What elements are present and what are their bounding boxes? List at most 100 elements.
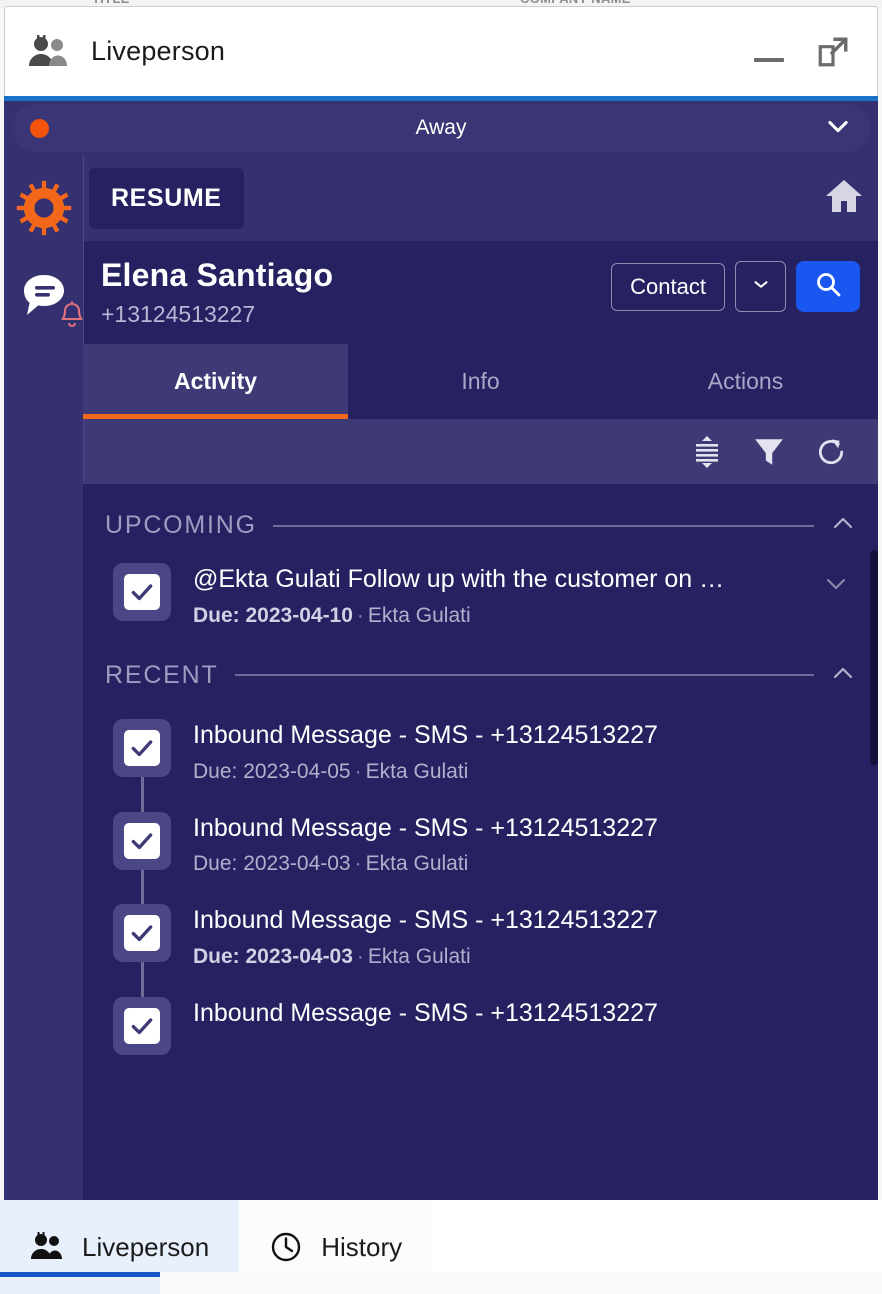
vertical-scrollbar[interactable] [870,484,878,1200]
scrollbar-thumb[interactable] [870,550,878,765]
clipped-tab-history[interactable]: History [214,1272,384,1273]
sort-icon[interactable] [690,435,724,469]
chevron-up-icon[interactable] [830,510,856,541]
search-button[interactable] [796,261,860,312]
resume-bar: RESUME [83,155,878,241]
list-item-checkbox-cell [105,904,179,1001]
window-titlebar: Liveperson [4,6,878,96]
contact-phone: +13124513227 [101,301,256,327]
gear-icon [16,180,72,241]
chevron-down-icon [750,273,772,300]
contact-identity: Elena Santiago +13124513227 [101,255,611,328]
status-dropdown[interactable]: Away [12,104,870,152]
clipped-tab-liveperson[interactable]: Liveperson [0,1272,214,1273]
list-item-owner: Ekta Gulati [365,759,469,783]
list-item-due: Due: 2023-04-05 [193,759,351,783]
list-item-owner: Ekta Gulati [367,945,471,968]
list-item[interactable]: Inbound Message - SMS - +13124513227 [83,975,878,1055]
list-item-caret-placeholder [816,904,856,979]
chevron-up-icon[interactable] [830,660,856,691]
tab-bar: Activity Info Actions [83,344,878,419]
list-item-body: Inbound Message - SMS - +13124513227 Due… [179,719,816,794]
section-header-recent: RECENT [83,638,878,701]
list-item-meta: Due: 2023-04-05 · Ekta Gulati [193,760,816,784]
clipped-tab-label: History [282,1272,360,1273]
timeline-connector [140,869,144,909]
checkbox-inner [124,574,160,610]
filter-icon[interactable] [752,435,786,469]
list-item-checkbox-cell [105,718,179,816]
meta-separator: · [354,852,362,876]
meta-separator: · [356,945,364,968]
activity-list[interactable]: UPCOMING @Ekta Gulati Follow up with the… [83,484,878,1200]
clipped-tab-row: Liveperson History To Do [0,1272,587,1294]
people-icon [27,34,71,69]
browser-tab-label: Liveperson [82,1231,210,1262]
window-title: Liveperson [91,36,226,66]
list-item[interactable]: Inbound Message - SMS - +13124513227 Due… [83,794,878,909]
minimize-icon[interactable] [747,30,791,74]
refresh-icon[interactable] [814,435,848,469]
timeline-connector [140,776,144,816]
section-rule [272,524,814,527]
clipped-tab-label: To Do List [452,1272,563,1273]
task-checkbox[interactable] [113,904,171,963]
left-rail [4,155,84,1200]
clipped-tab-todo-list[interactable]: To Do List [384,1272,587,1273]
section-header-upcoming: UPCOMING [83,484,878,551]
resume-button[interactable]: RESUME [89,167,244,229]
checkbox-inner [124,915,160,952]
list-item[interactable]: Inbound Message - SMS - +13124513227 Due… [83,886,878,1001]
tab-actions[interactable]: Actions [613,344,878,419]
list-item-due: Due: 2023-04-10 [193,603,353,627]
list-item-due: Due: 2023-04-03 [193,852,351,876]
main-column: RESUME Elena Santiago +13124513227 Conta… [83,155,878,1200]
list-item-title: Inbound Message - SMS - +13124513227 [193,720,658,749]
people-icon [30,1230,64,1264]
list-item-body: Inbound Message - SMS - +13124513227 Due… [179,904,816,979]
app-root: TITLE COMPANY NAME Liveperson [0,0,882,1294]
chevron-down-icon[interactable] [824,112,852,145]
contact-button[interactable]: Contact [611,262,725,311]
home-icon[interactable] [824,177,864,220]
search-icon [814,270,842,303]
list-item[interactable]: Inbound Message - SMS - +13124513227 Due… [83,701,878,816]
status-label: Away [415,116,467,139]
chat-icon-wrapper [18,270,83,327]
clock-icon [238,1272,268,1273]
popout-icon[interactable] [811,30,855,74]
list-item-due: Due: 2023-04-03 [193,945,353,968]
sidebar-item-settings[interactable] [4,180,83,241]
list-item-checkbox-cell [105,975,179,1055]
section-title-recent: RECENT [105,660,219,689]
clipped-tab-label: Liveperson [68,1272,190,1273]
task-checkbox[interactable] [113,997,171,1055]
list-item-checkbox-cell [105,563,179,638]
list-item-body: Inbound Message - SMS - +13124513227 Due… [179,812,816,887]
list-item-caret-placeholder [816,997,856,1055]
list-item-title: Inbound Message - SMS - +13124513227 [193,906,658,935]
meta-separator: · [356,603,364,627]
section-rule [234,674,814,677]
status-bar-container: Away [4,101,878,155]
chevron-down-icon[interactable] [816,563,856,638]
task-checkbox[interactable] [113,718,171,777]
task-checkbox[interactable] [113,563,171,621]
contact-name: Elena Santiago [101,257,334,293]
contact-header: Elena Santiago +13124513227 Contact [83,241,878,344]
browser-tab-label: History [321,1231,403,1262]
meta-separator: · [354,759,362,783]
status-indicator-dot [30,118,49,138]
list-item-body: Inbound Message - SMS - +13124513227 [179,997,816,1055]
tab-activity[interactable]: Activity [83,344,348,419]
clock-icon [269,1230,303,1264]
minimize-glyph [754,57,784,62]
list-item-owner: Ekta Gulati [367,603,471,627]
contact-dropdown-button[interactable] [735,261,786,312]
list-item-caret-placeholder [816,812,856,887]
sidebar-item-messages[interactable] [4,270,83,327]
tab-info[interactable]: Info [348,344,613,419]
list-item-meta: Due: 2023-04-03 · Ekta Gulati [193,945,816,969]
list-item[interactable]: @Ekta Gulati Follow up with the customer… [83,551,878,638]
task-checkbox[interactable] [113,811,171,870]
